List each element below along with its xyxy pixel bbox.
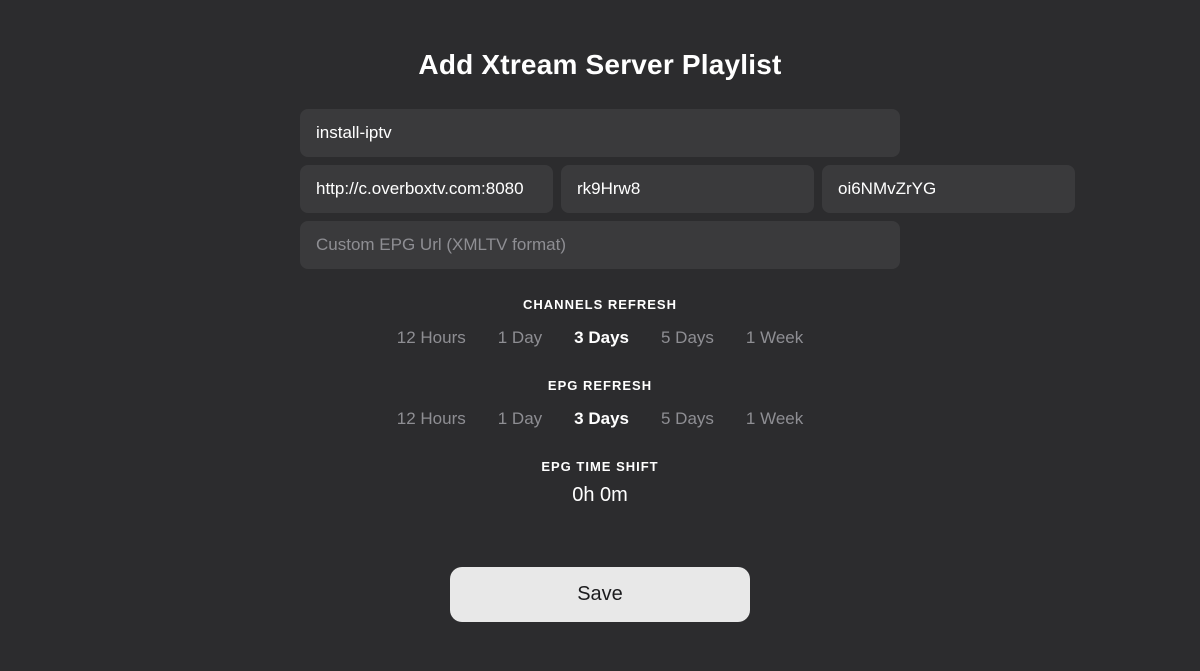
epg-refresh-12h[interactable]: 12 Hours bbox=[385, 403, 478, 435]
username-input[interactable] bbox=[561, 165, 814, 213]
server-credentials-row bbox=[300, 165, 900, 213]
server-url-input[interactable] bbox=[300, 165, 553, 213]
epg-time-shift-label: EPG TIME SHIFT bbox=[541, 459, 658, 474]
epg-url-input[interactable] bbox=[300, 221, 900, 269]
add-playlist-dialog: Add Xtream Server Playlist CHANNELS REFR… bbox=[300, 49, 900, 622]
playlist-name-input[interactable] bbox=[300, 109, 900, 157]
channels-refresh-label: CHANNELS REFRESH bbox=[523, 297, 677, 312]
save-button[interactable]: Save bbox=[450, 567, 750, 622]
epg-refresh-3d[interactable]: 3 Days bbox=[562, 403, 641, 435]
epg-refresh-1w[interactable]: 1 Week bbox=[734, 403, 815, 435]
epg-refresh-label: EPG REFRESH bbox=[548, 378, 652, 393]
channels-refresh-12h[interactable]: 12 Hours bbox=[385, 322, 478, 354]
channels-refresh-3d[interactable]: 3 Days bbox=[562, 322, 641, 354]
epg-refresh-5d[interactable]: 5 Days bbox=[649, 403, 726, 435]
epg-time-shift-value[interactable]: 0h 0m bbox=[572, 484, 628, 507]
epg-refresh-options: 12 Hours 1 Day 3 Days 5 Days 1 Week bbox=[300, 403, 900, 435]
form-section bbox=[300, 109, 900, 269]
channels-refresh-1w[interactable]: 1 Week bbox=[734, 322, 815, 354]
channels-refresh-1d[interactable]: 1 Day bbox=[486, 322, 554, 354]
dialog-title: Add Xtream Server Playlist bbox=[418, 49, 781, 81]
channels-refresh-options: 12 Hours 1 Day 3 Days 5 Days 1 Week bbox=[300, 322, 900, 354]
password-input[interactable] bbox=[822, 165, 1075, 213]
epg-refresh-1d[interactable]: 1 Day bbox=[486, 403, 554, 435]
channels-refresh-5d[interactable]: 5 Days bbox=[649, 322, 726, 354]
